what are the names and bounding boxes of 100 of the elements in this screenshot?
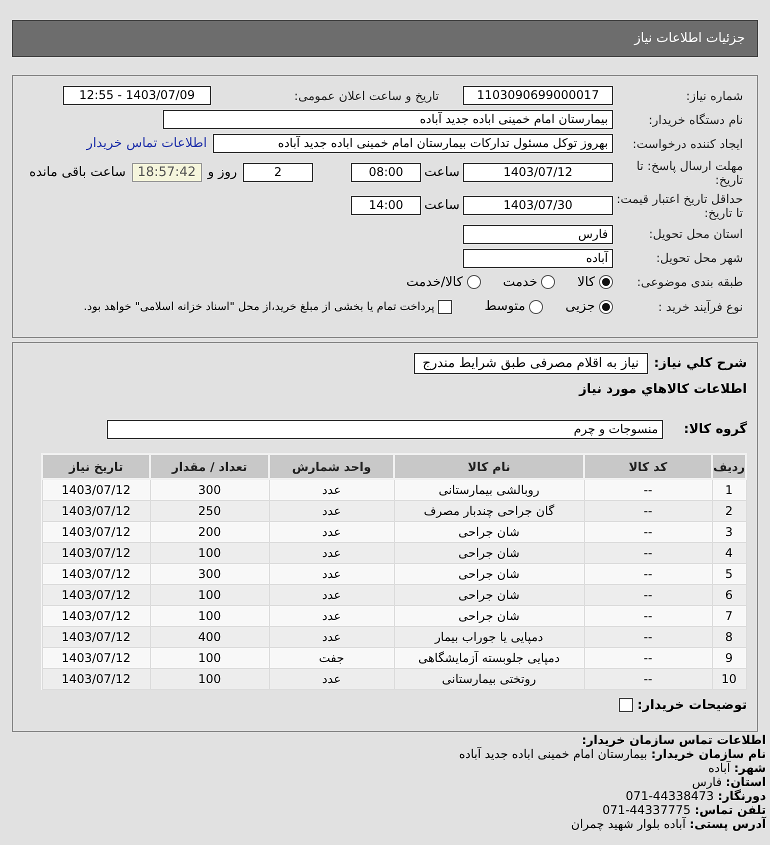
radio-button[interactable] [599, 300, 613, 314]
checkbox[interactable] [619, 698, 634, 712]
table-cell: عدد [269, 479, 394, 500]
table-cell: 1403/07/12 [42, 647, 150, 668]
table-cell: 200 [150, 521, 270, 542]
text-field[interactable]: 1103090699000017 [463, 86, 613, 105]
table-cell: -- [584, 563, 712, 584]
table-cell: عدد [269, 563, 394, 584]
table-cell: روبالشی بیمارستانی [394, 479, 584, 500]
buyer-contact-link[interactable]: اطلاعات تماس خریدار [86, 134, 207, 154]
column-header: نام کالا [394, 454, 584, 479]
table-cell: -- [584, 668, 712, 689]
table-cell: 100 [150, 584, 270, 605]
field-label: ساعت [423, 164, 461, 182]
section-title: اطلاعات کالاهاي مورد نياز [578, 381, 747, 399]
text-field[interactable]: 1403/07/30 [463, 196, 613, 215]
text-field[interactable]: آباده [463, 248, 613, 268]
table-cell: 3 [712, 521, 746, 542]
field-label: استان محل تحویل: [648, 227, 743, 241]
radio-label: کالا [577, 274, 595, 292]
table-cell: -- [584, 584, 712, 605]
text-field[interactable]: منسوجات و چرم [107, 420, 663, 439]
column-header: کد کالا [584, 454, 712, 479]
column-header: تاریخ نیاز [42, 454, 150, 479]
table-cell: دمپایی جلوبسته آزمایشگاهی [394, 647, 584, 668]
field-label: ساعت باقی مانده [29, 164, 127, 182]
column-header: ردیف [712, 454, 746, 479]
table-cell: 1403/07/12 [42, 668, 150, 689]
column-header: واحد شمارش [269, 454, 394, 479]
table-cell: 100 [150, 647, 270, 668]
checkbox[interactable] [438, 300, 452, 314]
text-field[interactable]: 1403/07/09 - 12:55 [63, 86, 211, 105]
table-cell: 1403/07/12 [42, 584, 150, 605]
text-field[interactable]: 14:00 [351, 196, 421, 215]
table-cell: گان جراحی چندبار مصرف [394, 500, 584, 521]
table-cell: 300 [150, 479, 270, 500]
table-cell: 100 [150, 605, 270, 626]
table-cell: 1403/07/12 [42, 479, 150, 500]
table-cell: 1 [712, 479, 746, 500]
table-cell: 100 [150, 668, 270, 689]
radio-label: خدمت [502, 274, 538, 292]
table-cell: -- [584, 521, 712, 542]
table-cell: 1403/07/12 [42, 605, 150, 626]
table-cell: عدد [269, 500, 394, 521]
table-cell: شان جراحی [394, 521, 584, 542]
text-field[interactable]: 1403/07/12 [463, 163, 613, 182]
table-cell: روتختی بیمارستانی [394, 668, 584, 689]
radio-button[interactable] [599, 275, 613, 290]
field-label: روز و [206, 164, 238, 182]
table-cell: 250 [150, 500, 270, 521]
table-cell: عدد [269, 521, 394, 542]
field-label: نام دستگاه خریدار: [648, 112, 743, 126]
text-field[interactable]: بهروز توکل مسئول تدارکات بیمارستان امام خمینی اباده جدید آباده [213, 134, 613, 154]
table-cell: 4 [712, 542, 746, 563]
field-label: شماره نیاز: [685, 88, 743, 102]
table-cell: شان جراحی [394, 563, 584, 584]
table-cell: -- [584, 647, 712, 668]
field-label: نوع فرآیند خرید : [657, 300, 743, 314]
table-cell: شان جراحی [394, 605, 584, 626]
radio-button[interactable] [466, 275, 481, 290]
table-cell: 1403/07/12 [42, 626, 150, 647]
radio-button[interactable] [541, 275, 556, 290]
table-cell: -- [584, 542, 712, 563]
section-label: گروه کالا: [682, 420, 747, 438]
table-cell: عدد [269, 668, 394, 689]
field-label: طبقه بندی موضوعی: [636, 275, 743, 290]
table-cell: شان جراحی [394, 584, 584, 605]
field-label: تاریخ و ساعت اعلان عمومی: [293, 88, 439, 102]
table-cell: عدد [269, 605, 394, 626]
text-field[interactable]: فارس [463, 224, 613, 244]
text-field[interactable]: 2 [243, 163, 313, 182]
contact-title: اطلاعات تماس سازمان خریدار: [580, 733, 766, 747]
radio-label: جزیی [565, 298, 595, 316]
table-cell: شان جراحی [394, 542, 584, 563]
table-cell: 100 [150, 542, 270, 563]
field-label: حداقل تاریخ اعتبار قیمت: تا تاریخ: [615, 192, 743, 220]
field-label: شهر محل تحویل: [655, 251, 743, 265]
radio-button[interactable] [529, 300, 544, 314]
contact-line: شهر: آباده [707, 761, 766, 775]
table-cell: 1403/07/12 [42, 521, 150, 542]
section-label: توضیحات خریدار: [637, 696, 747, 714]
table-cell: 6 [712, 584, 746, 605]
table-cell: 5 [712, 563, 746, 584]
table-cell: -- [584, 605, 712, 626]
table-cell: جفت [269, 647, 394, 668]
contact-line: آدرس پستی: آباده بلوار شهید چمران [570, 817, 766, 831]
table-cell: 2 [712, 500, 746, 521]
table-cell: -- [584, 500, 712, 521]
table-cell: 1403/07/12 [42, 500, 150, 521]
text-field[interactable]: 08:00 [351, 163, 421, 182]
countdown-field: 18:57:42 [132, 163, 202, 182]
text-field[interactable]: بیمارستان امام خمینی اباده جدید آباده [163, 110, 613, 129]
table-cell: -- [584, 626, 712, 647]
table-cell: 400 [150, 626, 270, 647]
field-label: ایجاد کننده درخواست: [631, 136, 743, 151]
radio-label: متوسط [484, 298, 526, 316]
field-label: مهلت ارسال پاسخ: تا تاریخ: [635, 158, 743, 186]
section-label: شرح کلي نياز: [654, 354, 747, 373]
column-header: تعداد / مقدار [150, 454, 270, 479]
contact-line: استان: فارس [690, 775, 766, 789]
